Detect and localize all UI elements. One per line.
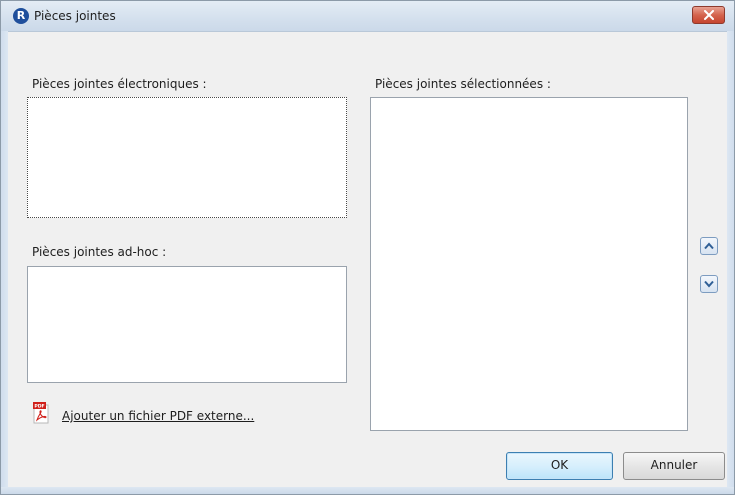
window-frame-bottom	[1, 487, 734, 494]
chevron-down-icon	[704, 280, 714, 288]
adhoc-attachments-label: Pièces jointes ad-hoc :	[32, 245, 167, 259]
add-external-pdf-link[interactable]: Ajouter un fichier PDF externe...	[62, 409, 254, 423]
pdf-icon-text: PDF	[34, 404, 44, 410]
chevron-up-icon	[704, 242, 714, 250]
move-up-button[interactable]	[700, 237, 718, 255]
close-button[interactable]	[692, 6, 725, 24]
selected-attachments-list[interactable]	[370, 97, 688, 431]
window-frame-left	[1, 31, 8, 489]
window-title: Pièces jointes	[34, 9, 116, 23]
attachments-dialog: R Pièces jointes Pièces jointes électron…	[0, 0, 735, 495]
electronic-attachments-label: Pièces jointes électroniques :	[32, 77, 207, 91]
app-logo-icon: R	[13, 8, 29, 24]
window-frame-right	[727, 31, 734, 489]
close-icon	[704, 10, 714, 20]
title-bar[interactable]: R Pièces jointes	[1, 1, 734, 32]
adhoc-attachments-list[interactable]	[27, 266, 347, 383]
cancel-button[interactable]: Annuler	[623, 452, 725, 480]
pdf-file-icon: PDF	[33, 402, 49, 424]
ok-button[interactable]: OK	[506, 452, 613, 480]
electronic-attachments-list[interactable]	[27, 97, 347, 218]
selected-attachments-label: Pièces jointes sélectionnées :	[375, 77, 551, 91]
move-down-button[interactable]	[700, 275, 718, 293]
